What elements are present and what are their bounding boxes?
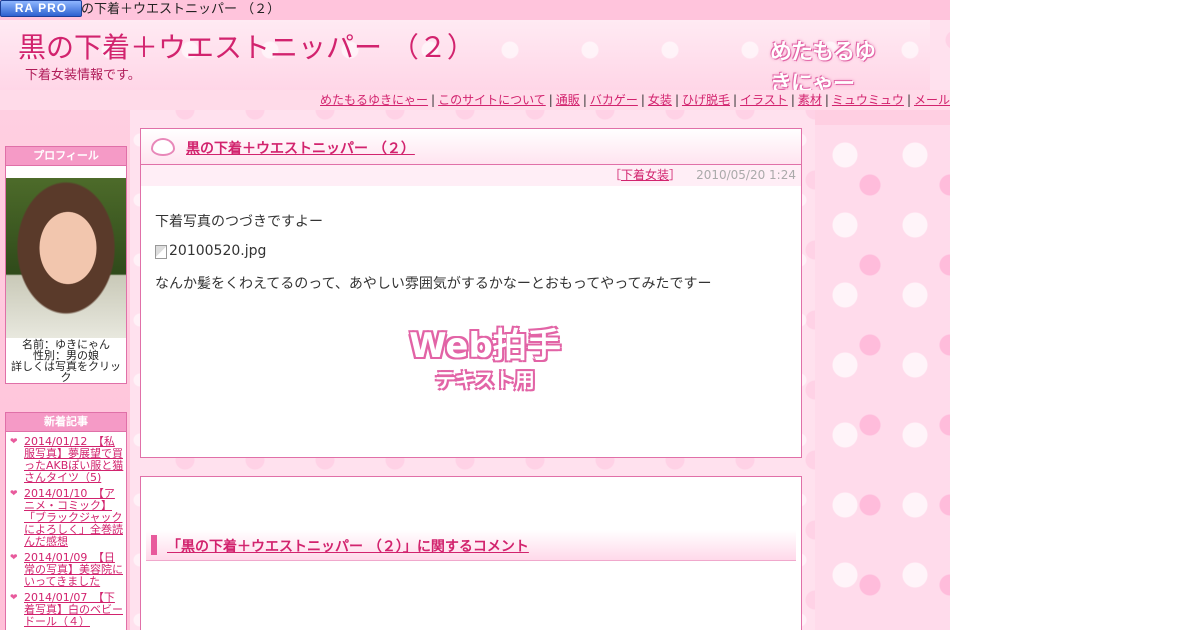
post-text: なんか髪をくわえてるのって、あやしい雰囲気がするかなーとおもってやってみたですー: [155, 275, 712, 292]
post-body: 下着写真のつづきですよー 20100520.jpg なんか髪をくわえてるのって、…: [141, 186, 801, 293]
nav-link-about[interactable]: このサイトについて: [438, 93, 546, 107]
recent-post-link[interactable]: 2014/01/12 【私服写真】夢展望で買ったAKBぽい服と猫さんタイツ（5): [24, 435, 123, 484]
window-title: 黒の下着＋ウエストニッパー （２）: [68, 2, 281, 17]
nav-link-bakage[interactable]: バカゲー: [590, 93, 638, 107]
post-title-link[interactable]: 黒の下着＋ウエストニッパー （２）: [186, 138, 415, 158]
site-title[interactable]: 黒の下着＋ウエストニッパー （２）: [18, 26, 475, 66]
web-clap-label: Web拍手: [409, 326, 561, 366]
heart-icon: ❤: [10, 489, 18, 499]
nav-link-mail[interactable]: メール: [914, 93, 950, 107]
site-header: 黒の下着＋ウエストニッパー （２） 下着女装情報です。 めたもるゆきにゃー: [0, 20, 930, 97]
image-alt-text: 20100520.jpg: [169, 243, 267, 259]
profile-info: 名前：ゆきにゃん 性別：男の娘 詳しくは写真をクリック: [6, 338, 126, 383]
comments-header: 「黒の下着＋ウエストニッパー （２）」に関するコメント: [146, 530, 796, 561]
nav-separator: |: [733, 93, 738, 107]
nav-separator: |: [640, 93, 645, 107]
site-subtitle: 下着女装情報です。: [25, 68, 141, 83]
recent-post-link[interactable]: 2014/01/09 【日常の写真】美容院にいってきました: [24, 551, 123, 588]
nav-link-material[interactable]: 素材: [798, 93, 822, 107]
top-nav: めたもるゆきにゃー | このサイトについて | 通販 | バカゲー | 女装 | ひげ脱毛 | イラスト…: [0, 90, 950, 110]
nav-link-illust[interactable]: イラスト: [740, 93, 788, 107]
comments-title-link[interactable]: 「黒の下着＋ウエストニッパー （２）」に関するコメント: [167, 536, 529, 556]
heart-icon: ❤: [10, 553, 18, 563]
post-date: 2010/05/20 1:24: [696, 168, 796, 182]
profile-box: プロフィール 名前：ゆきにゃん 性別：男の娘 詳しくは写真をクリック: [5, 146, 127, 384]
list-item: ❤ 2014/01/12 【私服写真】夢展望で買ったAKBぽい服と猫さんタイツ（…: [6, 434, 126, 486]
browser-title-bar: 黒の下着＋ウエストニッパー （２） RA PRO: [0, 0, 950, 20]
nav-separator: |: [582, 93, 587, 107]
nav-link-shop[interactable]: 通販: [556, 93, 580, 107]
category-bracket-close: ］: [668, 168, 681, 182]
nav-band-decoration: [815, 110, 950, 125]
post-text: 下着写真のつづきですよー: [155, 214, 323, 230]
nav-separator: |: [790, 93, 795, 107]
nav-link-home[interactable]: めたもるゆきにゃー: [320, 93, 428, 107]
nav-link-miumiu[interactable]: ミュウミュウ: [832, 93, 904, 107]
profile-photo[interactable]: [6, 178, 126, 338]
nav-separator: |: [906, 93, 911, 107]
right-decoration: [815, 125, 950, 630]
nav-separator: |: [431, 93, 436, 107]
recent-posts-list: ❤ 2014/01/12 【私服写真】夢展望で買ったAKBぽい服と猫さんタイツ（…: [6, 432, 126, 630]
sidebar: プロフィール 名前：ゆきにゃん 性別：男の娘 詳しくは写真をクリック 新着記事 …: [0, 110, 130, 630]
page-background: 黒の下着＋ウエストニッパー （２） RA PRO 黒の下着＋ウエストニッパー （…: [0, 0, 950, 630]
post-image: 20100520.jpg: [155, 243, 787, 264]
heart-icon: ❤: [10, 593, 18, 603]
site-logo[interactable]: めたもるゆきにゃー: [770, 34, 895, 97]
post-meta: ［下着女装］ 2010/05/20 1:24: [141, 165, 801, 186]
comments-section: 「黒の下着＋ウエストニッパー （２）」に関するコメント: [140, 476, 802, 630]
category-link[interactable]: 下着女装: [621, 168, 669, 182]
post-category: ［下着女装］: [609, 165, 681, 186]
recent-posts-box: 新着記事 ❤ 2014/01/12 【私服写真】夢展望で買ったAKBぽい服と猫さ…: [5, 412, 127, 630]
web-clap-button[interactable]: Web拍手 テキスト用: [399, 325, 571, 405]
broken-image-icon: [155, 244, 167, 259]
comments-accent-bar: [151, 535, 157, 555]
category-bracket-open: ［: [608, 168, 621, 182]
recent-posts-heading: 新着記事: [6, 413, 126, 432]
ra-pro-button[interactable]: RA PRO: [0, 0, 82, 17]
list-item: ❤ 2014/01/09 【日常の写真】美容院にいってきました: [6, 550, 126, 590]
web-clap-sublabel: テキスト用: [435, 368, 535, 392]
recent-post-link[interactable]: 2014/01/07 【下着写真】白のベビードール（４）: [24, 591, 123, 628]
nav-separator: |: [824, 93, 829, 107]
nav-separator: |: [674, 93, 679, 107]
broken-image[interactable]: 20100520.jpg: [155, 243, 266, 260]
nav-link-hair-removal[interactable]: ひげ脱毛: [682, 93, 730, 107]
profile-detail-hint: 詳しくは写真をクリック: [11, 360, 121, 384]
profile-heading: プロフィール: [6, 147, 126, 166]
nav-separator: |: [548, 93, 553, 107]
blog-post: 黒の下着＋ウエストニッパー （２） ［下着女装］ 2010/05/20 1:24…: [140, 128, 802, 458]
heart-outline-icon: [151, 138, 175, 156]
heart-icon: ❤: [10, 437, 18, 447]
post-header: 黒の下着＋ウエストニッパー （２）: [141, 129, 801, 165]
list-item: ❤ 2014/01/10 【アニメ・コミック】「ブラックジャックによろしく」全巻…: [6, 486, 126, 550]
list-item: ❤ 2014/01/07 【下着写真】白のベビードール（４）: [6, 590, 126, 630]
nav-link-josou[interactable]: 女装: [648, 93, 672, 107]
recent-post-link[interactable]: 2014/01/10 【アニメ・コミック】「ブラックジャックによろしく」全巻読ん…: [24, 487, 123, 548]
